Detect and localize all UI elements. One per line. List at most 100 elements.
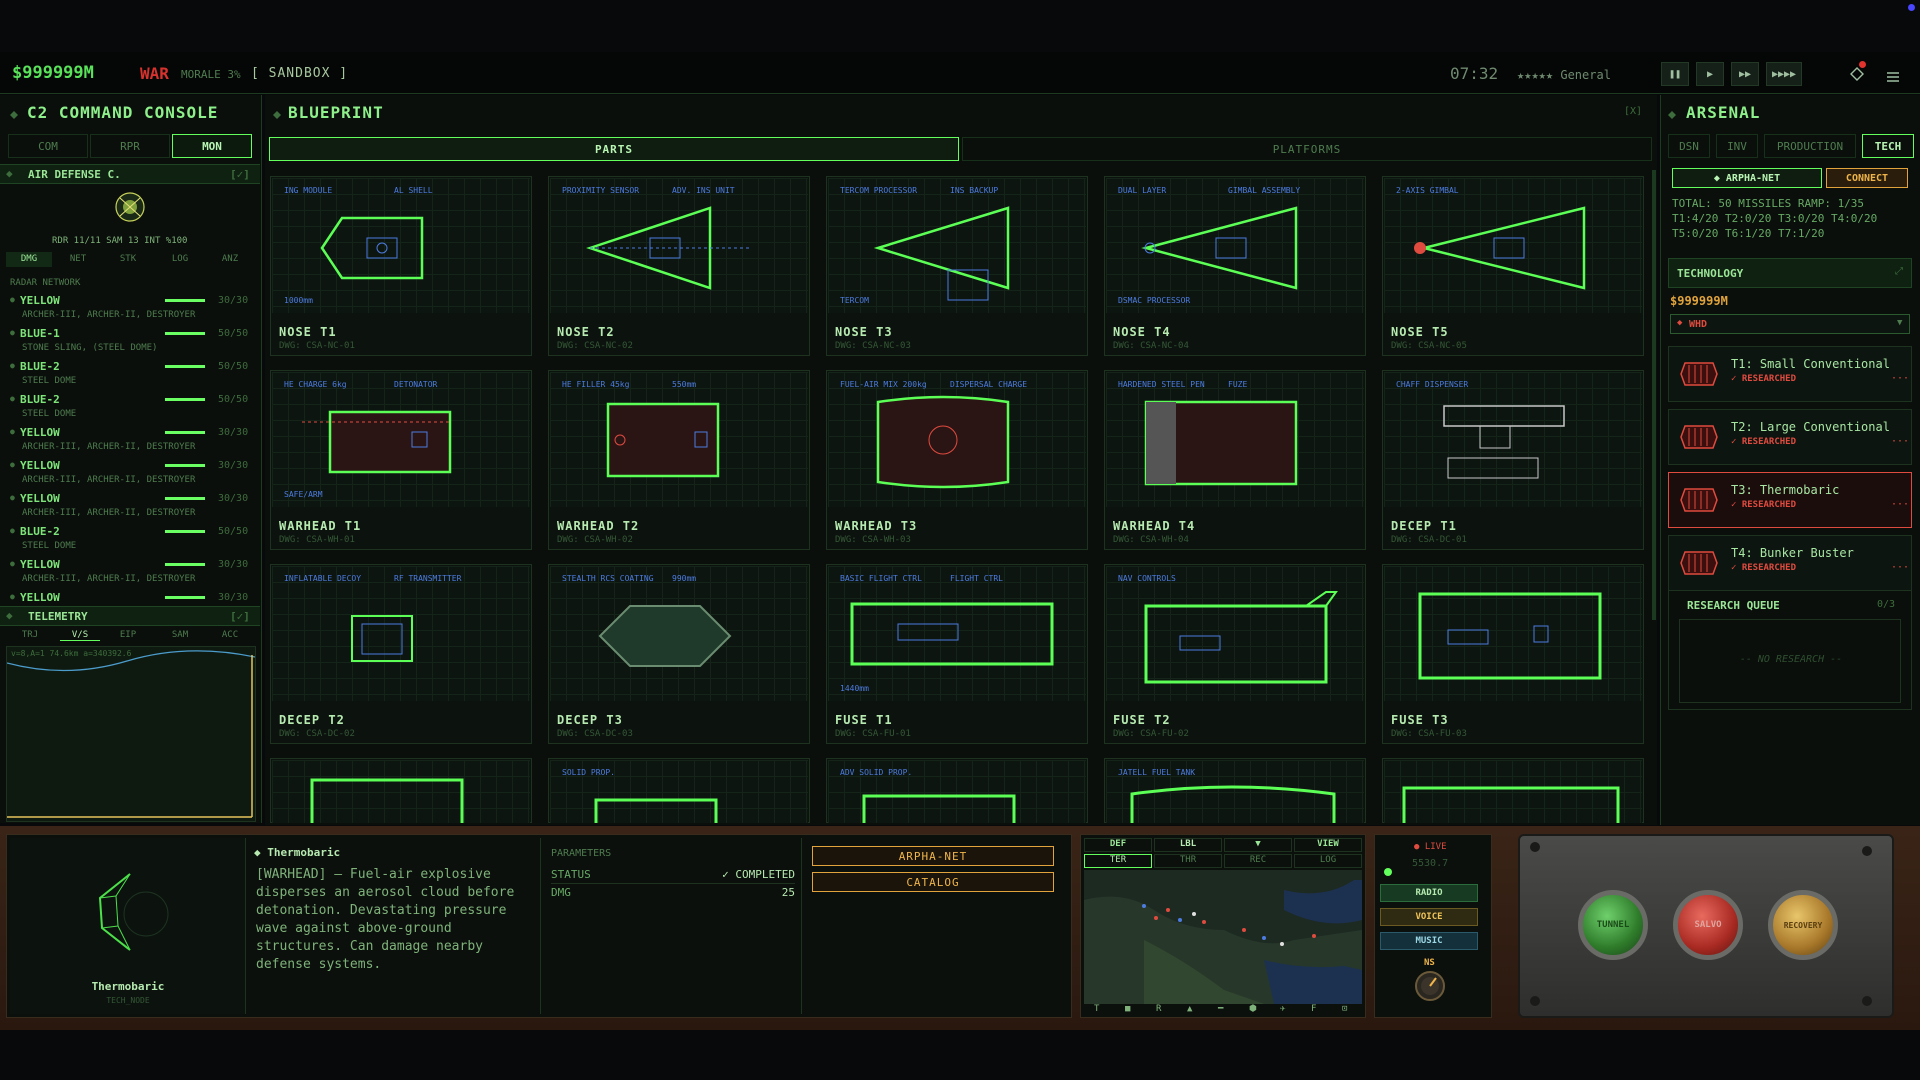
tech-item[interactable]: T1: Small Conventional ✓ RESEARCHED ···: [1668, 346, 1912, 402]
telemetry-tab-vs[interactable]: V/S: [60, 630, 100, 641]
subtab-net[interactable]: NET: [60, 252, 96, 267]
salvo-button[interactable]: SALVO: [1673, 890, 1743, 960]
map-top-tab[interactable]: VIEW: [1294, 838, 1362, 852]
part-card[interactable]: ING MODULE AL SHELL 1000mm NOSE T1 DWG: CS…: [270, 176, 532, 356]
voice-button[interactable]: VOICE: [1380, 908, 1478, 926]
part-card[interactable]: FUEL-AIR MIX 200kg DISPERSAL CHARGE WARHE…: [826, 370, 1088, 550]
part-drawing: [1384, 566, 1642, 701]
subtab-stk[interactable]: STK: [110, 252, 146, 267]
telemetry-tab-eip[interactable]: EIP: [108, 630, 148, 640]
play-button[interactable]: ▶: [1696, 62, 1724, 86]
telemetry-check[interactable]: [✓]: [230, 610, 250, 623]
map-top-tab[interactable]: ▼: [1224, 838, 1292, 852]
connect-button[interactable]: CONNECT: [1826, 168, 1908, 188]
map-top-tab[interactable]: LBL: [1154, 838, 1222, 852]
map-legend-item[interactable]: ━: [1218, 1004, 1223, 1014]
radar-row[interactable]: ● YELLOW 30/30 ARCHER-III, ARCHER-II, DE…: [0, 556, 262, 589]
tab-mon[interactable]: MON: [172, 134, 252, 158]
part-card[interactable]: DUAL LAYER GIMBAL ASSEMBLY DSMAC PROCESSOR…: [1104, 176, 1366, 356]
part-card[interactable]: HE FILLER 45kg 550mm WARHEAD T2 DWG: CSA-…: [548, 370, 810, 550]
map-legend-item[interactable]: T: [1094, 1004, 1099, 1014]
close-button[interactable]: [X]: [1624, 106, 1642, 117]
tab-inv[interactable]: INV: [1716, 134, 1758, 158]
part-card[interactable]: BASIC FLIGHT CTRL FLIGHT CTRL 1440mm FUSE …: [826, 564, 1088, 744]
map-legend-item[interactable]: ▲: [1187, 1004, 1192, 1014]
radar-row[interactable]: ● YELLOW 30/30 ARCHER-III, ARCHER-II, DE…: [0, 457, 262, 490]
more-icon[interactable]: ···: [1891, 373, 1909, 384]
part-card[interactable]: SOLID PROP.: [548, 758, 810, 823]
radar-row[interactable]: ● BLUE-2 50/50 STEEL DOME: [0, 391, 262, 424]
tab-production[interactable]: PRODUCTION: [1764, 134, 1856, 158]
tech-item[interactable]: T3: Thermobaric ✓ RESEARCHED ···: [1668, 472, 1912, 528]
map-bottom-tab[interactable]: THR: [1154, 854, 1222, 868]
tab-parts[interactable]: PARTS: [269, 137, 959, 161]
part-card[interactable]: TERCOM PROCESSOR INS BACKUP TERCOM NOSE T3…: [826, 176, 1088, 356]
part-card[interactable]: [270, 758, 532, 823]
map-bottom-tab[interactable]: REC: [1224, 854, 1292, 868]
part-card[interactable]: ADV SOLID PROP.: [826, 758, 1088, 823]
expand-icon[interactable]: ⤢: [1895, 266, 1903, 277]
more-icon[interactable]: ···: [1891, 436, 1909, 447]
radar-row[interactable]: ● BLUE-1 50/50 STONE SLING, (STEEL DOME): [0, 325, 262, 358]
tab-dsn[interactable]: DSN: [1668, 134, 1710, 158]
telemetry-tab-acc[interactable]: ACC: [210, 630, 250, 640]
map-legend-item[interactable]: ⊡: [1342, 1004, 1347, 1014]
part-card[interactable]: CHAFF DISPENSER DECEP T1 DWG: CSA-DC-01: [1382, 370, 1644, 550]
telemetry-header[interactable]: ◆ TELEMETRY [✓]: [0, 606, 260, 626]
tech-item[interactable]: T4: Bunker Buster ✓ RESEARCHED ···: [1668, 535, 1912, 591]
radar-row[interactable]: ● BLUE-2 50/50 STEEL DOME: [0, 358, 262, 391]
air-defense-header[interactable]: ◆ AIR DEFENSE C. [✓]: [0, 164, 260, 184]
notification-icon[interactable]: [1850, 61, 1866, 81]
part-card[interactable]: JATELL FUEL TANK: [1104, 758, 1366, 823]
fast-forward-button[interactable]: ▶▶: [1731, 62, 1759, 86]
part-card[interactable]: STEALTH RCS COATING 990mm DECEP T3 DWG: C…: [548, 564, 810, 744]
pause-button[interactable]: ❚❚: [1661, 62, 1689, 86]
map-bottom-tab[interactable]: TER: [1084, 854, 1152, 868]
tech-filter-select[interactable]: ◆ WHD ▼: [1670, 314, 1910, 334]
tunnel-button[interactable]: TUNNEL: [1578, 890, 1648, 960]
menu-icon[interactable]: [1886, 68, 1900, 82]
map-legend-item[interactable]: R: [1156, 1004, 1161, 1014]
map-legend-item[interactable]: F: [1311, 1004, 1316, 1014]
map-legend-item[interactable]: ■: [1125, 1004, 1130, 1014]
fastest-button[interactable]: ▶▶▶▶: [1766, 62, 1802, 86]
part-card[interactable]: [1382, 758, 1644, 823]
telemetry-tab-trj[interactable]: TRJ: [10, 630, 50, 640]
tab-platforms[interactable]: PLATFORMS: [962, 137, 1652, 161]
part-card[interactable]: 2-AXIS GIMBAL NOSE T5 DWG: CSA-NC-05: [1382, 176, 1644, 356]
telemetry-tab-sam[interactable]: SAM: [160, 630, 200, 640]
air-defense-check[interactable]: [✓]: [230, 168, 250, 181]
tab-com[interactable]: COM: [8, 134, 88, 158]
more-icon[interactable]: ···: [1891, 562, 1909, 573]
tab-tech[interactable]: TECH: [1862, 134, 1914, 158]
map-legend-item[interactable]: ⬢: [1249, 1004, 1257, 1014]
part-card[interactable]: PROXIMITY SENSOR ADV. INS UNIT NOSE T2 DW…: [548, 176, 810, 356]
radar-row[interactable]: ● YELLOW 30/30 ARCHER-III, ARCHER-II, DE…: [0, 490, 262, 523]
part-card[interactable]: HARDENED STEEL PEN FUZE WARHEAD T4 DWG: C…: [1104, 370, 1366, 550]
tab-rpr[interactable]: RPR: [90, 134, 170, 158]
subtab-dmg[interactable]: DMG: [6, 252, 52, 267]
part-card[interactable]: HE CHARGE 6kg DETONATOR SAFE/ARM WARHEAD T…: [270, 370, 532, 550]
radar-row[interactable]: ● YELLOW 30/30 ARCHER-III, ARCHER-II, DE…: [0, 292, 262, 325]
map-bottom-tab[interactable]: LOG: [1294, 854, 1362, 868]
recovery-button[interactable]: RECOVERY: [1768, 890, 1838, 960]
more-icon[interactable]: ···: [1891, 499, 1909, 510]
grid-scrollbar[interactable]: [1652, 170, 1656, 620]
map-top-tab[interactable]: DEF: [1084, 838, 1152, 852]
arpha-net-link-button[interactable]: ARPHA-NET: [812, 846, 1054, 866]
minimap[interactable]: [1084, 870, 1362, 1004]
radar-row[interactable]: ● YELLOW 30/30 ARCHER-III, ARCHER-II, DE…: [0, 424, 262, 457]
part-card[interactable]: FUSE T3 DWG: CSA-FU-03: [1382, 564, 1644, 744]
music-button[interactable]: MUSIC: [1380, 932, 1478, 950]
arpha-net-button[interactable]: ◆ ARPHA-NET: [1672, 168, 1822, 188]
volume-knob-icon[interactable]: [1414, 970, 1446, 1002]
tech-item[interactable]: T2: Large Conventional ✓ RESEARCHED ···: [1668, 409, 1912, 465]
catalog-button[interactable]: CATALOG: [812, 872, 1054, 892]
part-card[interactable]: NAV CONTROLS FUSE T2 DWG: CSA-FU-02: [1104, 564, 1366, 744]
part-card[interactable]: INFLATABLE DECOY RF TRANSMITTER DECEP T2 …: [270, 564, 532, 744]
subtab-log[interactable]: LOG: [162, 252, 198, 267]
radio-button[interactable]: RADIO: [1380, 884, 1478, 902]
radar-row[interactable]: ● BLUE-2 50/50 STEEL DOME: [0, 523, 262, 556]
map-legend-item[interactable]: ✈: [1280, 1004, 1285, 1014]
subtab-anz[interactable]: ANZ: [212, 252, 248, 267]
